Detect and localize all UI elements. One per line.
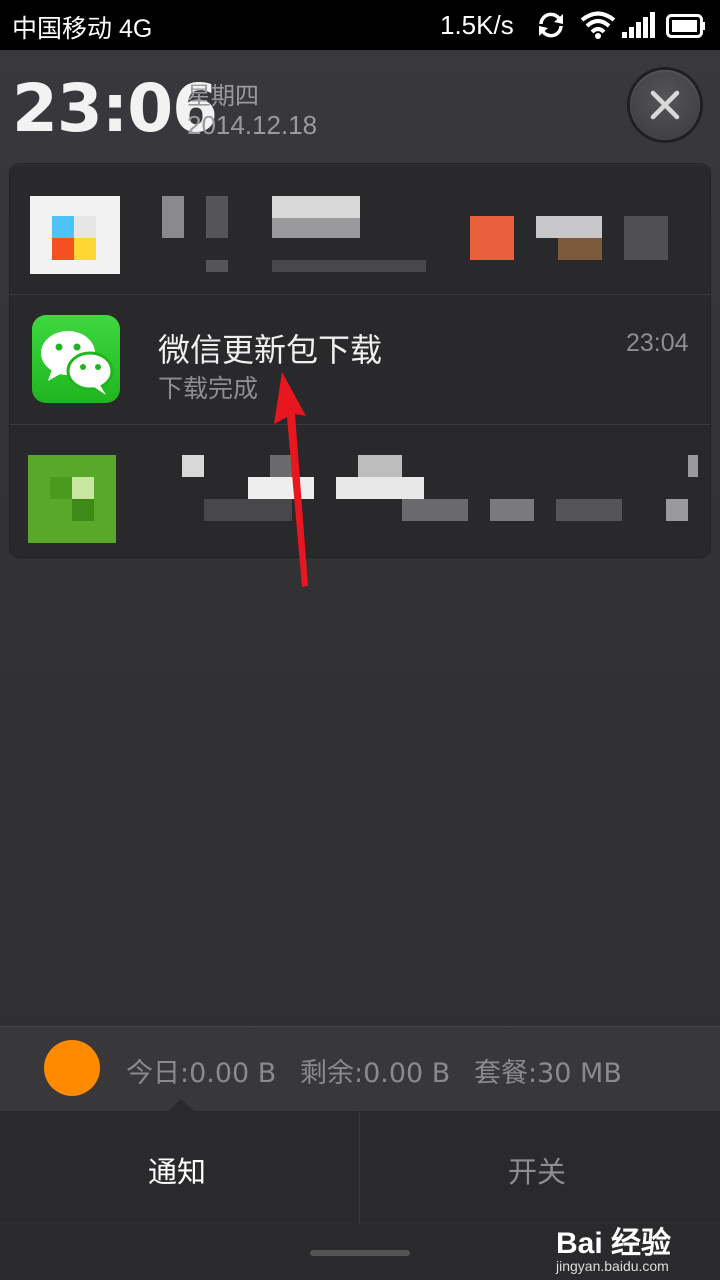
watermark-url: jingyan.baidu.com	[556, 1258, 669, 1274]
baidu-watermark: Bai 经验 jingyan.baidu.com	[556, 1218, 706, 1274]
data-usage-bar[interactable]: 今日:0.00 B 剩余:0.00 B 套餐:30 MB	[0, 1026, 720, 1112]
watermark-logo: Bai 经验	[556, 1227, 672, 1260]
signal-icon	[622, 12, 655, 38]
drag-handle[interactable]	[310, 1250, 410, 1256]
data-plan: 套餐:30 MB	[474, 1058, 622, 1089]
wechat-app-icon	[32, 315, 120, 403]
data-usage-indicator	[44, 1040, 100, 1096]
notification-subtitle: 下载完成	[158, 374, 259, 403]
tab-notifications[interactable]: 通知	[0, 1111, 360, 1223]
notification-item-wechat[interactable]: 微信更新包下载 下载完成 23:04	[10, 295, 710, 425]
data-today: 今日:0.00 B	[126, 1058, 277, 1089]
carrier-label: 中国移动 4G	[12, 15, 153, 43]
notification-list: 微信更新包下载 下载完成 23:04	[10, 164, 710, 557]
data-remaining: 剩余:0.00 B	[300, 1058, 451, 1089]
close-icon	[650, 90, 680, 120]
notification-item-blurred-1[interactable]	[10, 164, 710, 295]
tab-toggles[interactable]: 开关	[360, 1111, 720, 1223]
notification-time: 23:04	[626, 329, 689, 357]
sync-icon	[539, 12, 563, 38]
notification-item-blurred-2[interactable]	[10, 425, 710, 557]
tab-notifications-label: 通知	[148, 1155, 207, 1189]
tab-bar: 通知 开关	[0, 1111, 720, 1223]
wifi-icon	[580, 11, 616, 39]
clear-all-button[interactable]	[630, 70, 700, 140]
annotation-arrow	[274, 372, 308, 587]
date-label: 2014.12.18	[187, 110, 318, 140]
weekday-label: 星期四	[187, 82, 259, 110]
network-speed: 1.5K/s	[440, 10, 514, 40]
tab-toggles-label: 开关	[508, 1155, 567, 1189]
wechat-icon	[41, 331, 114, 395]
battery-icon	[666, 14, 705, 38]
status-bar: 中国移动 4G 1.5K/s	[0, 0, 720, 50]
notification-title: 微信更新包下载	[158, 331, 383, 369]
